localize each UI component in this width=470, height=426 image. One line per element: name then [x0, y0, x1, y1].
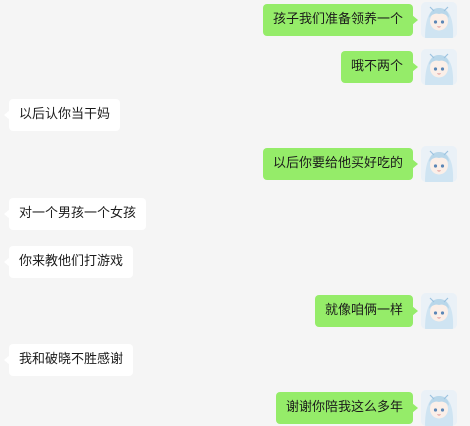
message-row: 对一个男孩一个女孩	[0, 198, 470, 230]
message-row: 谢谢你陪我这么多年	[0, 390, 470, 426]
my-avatar-icon[interactable]	[421, 2, 457, 38]
message-row: 以后你要给他买好吃的	[0, 146, 470, 182]
my-message-bubble[interactable]: 哦不两个	[340, 51, 419, 83]
my-message-bubble[interactable]: 以后你要给他买好吃的	[262, 148, 419, 180]
other-message-bubble[interactable]: 你来教他们打游戏	[3, 246, 134, 278]
message-row: 孩子我们准备领养一个	[0, 2, 470, 38]
my-avatar-icon[interactable]	[421, 49, 457, 85]
other-message-bubble[interactable]: 以后认你当干妈	[3, 99, 121, 131]
message-row: 就像咱俩一样	[0, 293, 470, 329]
message-row: 哦不两个	[0, 49, 470, 85]
message-row: 我和破晓不胜感谢	[0, 344, 470, 376]
my-message-bubble[interactable]: 就像咱俩一样	[314, 295, 419, 327]
my-avatar-icon[interactable]	[421, 293, 457, 329]
other-message-bubble[interactable]: 对一个男孩一个女孩	[3, 198, 147, 230]
message-row: 以后认你当干妈	[0, 99, 470, 131]
my-avatar-icon[interactable]	[421, 390, 457, 426]
message-row: 你来教他们打游戏	[0, 246, 470, 278]
my-message-bubble[interactable]: 谢谢你陪我这么多年	[275, 392, 419, 424]
my-message-bubble[interactable]: 孩子我们准备领养一个	[262, 4, 419, 36]
my-avatar-icon[interactable]	[421, 146, 457, 182]
other-message-bubble[interactable]: 我和破晓不胜感谢	[3, 344, 134, 376]
